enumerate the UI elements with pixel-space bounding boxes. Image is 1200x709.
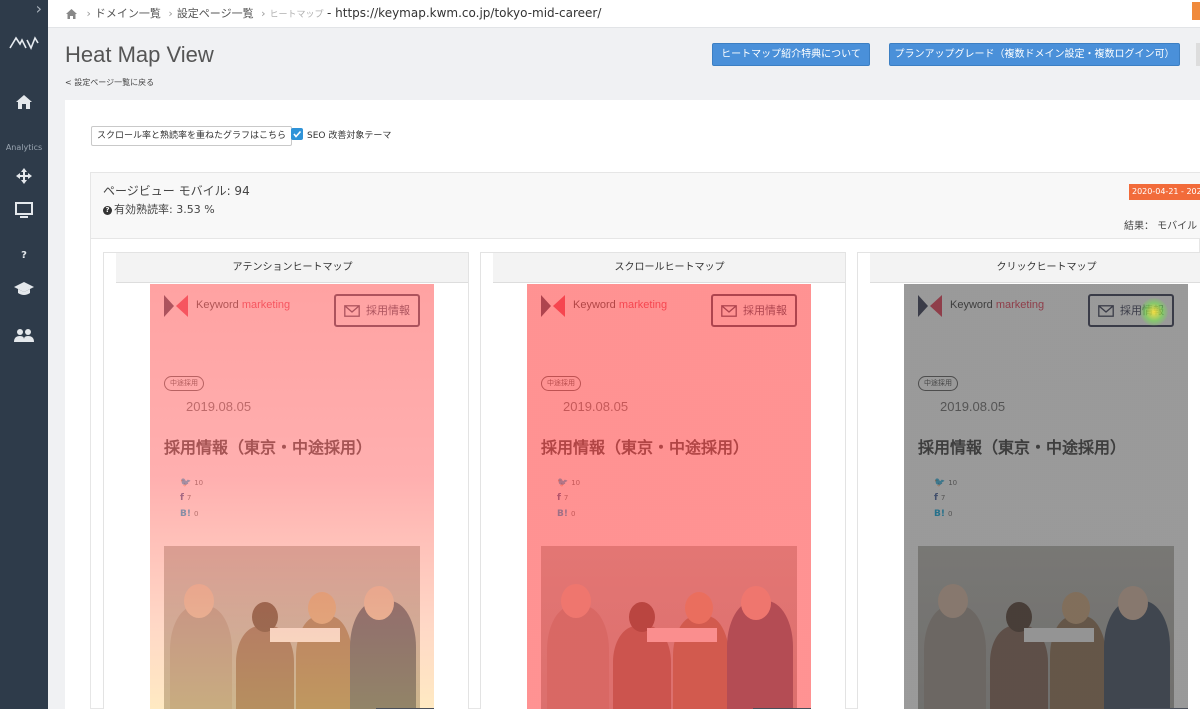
read-rate: ? 有効熟読率: 3.53 % xyxy=(103,201,215,217)
breadcrumb: › ドメイン一覧 › 設定ページ一覧 › ヒートマップ - https://keyma… xyxy=(48,0,1200,28)
heatmap-column-3: クリックヒートマップ Keyword marketing 採用情報 中途採用 2… xyxy=(857,252,1200,709)
page-title: Heat Map View xyxy=(65,42,214,67)
plan-upgrade-button[interactable]: プランアップグレード（複数ドメイン設定・複数ログイン可） xyxy=(889,43,1180,66)
breadcrumb-url: - https://keymap.kwm.co.jp/tokyo-mid-car… xyxy=(327,6,602,20)
seo-theme-label: SEO 改善対象テーマ xyxy=(307,131,392,141)
question-icon[interactable]: ? xyxy=(103,206,112,215)
heatmap-overlay xyxy=(527,284,811,709)
monitor-icon[interactable] xyxy=(0,201,48,219)
header-edge-button[interactable] xyxy=(1196,43,1200,66)
sidebar-analytics-label: Analytics xyxy=(5,143,43,152)
page-preview[interactable]: Keyword marketing 採用情報 中途採用 2019.08.05 採… xyxy=(150,284,434,709)
date-range-badge[interactable]: 2020-04-21 - 202 xyxy=(1129,184,1200,200)
top-right-indicator[interactable] xyxy=(1192,2,1200,20)
breadcrumb-home-icon[interactable] xyxy=(66,9,77,19)
heatmap-column-1: アテンションヒートマップ Keyword marketing 採用情報 中途採用… xyxy=(103,252,469,709)
heatmap-title: アテンションヒートマップ xyxy=(116,253,468,283)
heatmap-title: クリックヒートマップ xyxy=(870,253,1200,283)
graduation-cap-icon[interactable] xyxy=(0,281,48,297)
back-to-settings-link[interactable]: < 設定ページ一覧に戻る xyxy=(65,77,154,88)
click-hotspot xyxy=(1140,298,1168,326)
breadcrumb-current: ヒートマップ xyxy=(269,10,324,20)
page-preview[interactable]: Keyword marketing 採用情報 中途採用 2019.08.05 採… xyxy=(527,284,811,709)
stats-box: ページビュー モバイル: 94 ? 有効熟読率: 3.53 % 2020-04-2… xyxy=(90,172,1200,709)
move-icon[interactable] xyxy=(0,167,48,185)
heatmap-overlay xyxy=(150,284,434,709)
heatmap-title: スクロールヒートマップ xyxy=(493,253,845,283)
users-icon[interactable] xyxy=(0,327,48,343)
pageview-mobile: ページビュー モバイル: 94 xyxy=(103,184,250,198)
heatmap-column-2: スクロールヒートマップ Keyword marketing 採用情報 中途採用 … xyxy=(480,252,846,709)
heatmap-intro-button[interactable]: ヒートマップ紹介特典について xyxy=(712,43,870,66)
sidebar-toggle-icon[interactable]: › xyxy=(0,0,48,20)
seo-checkbox[interactable] xyxy=(291,128,303,140)
sidebar: › Analytics ? xyxy=(0,0,48,709)
app-logo[interactable] xyxy=(8,34,40,50)
stats-header: ページビュー モバイル: 94 ? 有効熟読率: 3.53 % 2020-04-2… xyxy=(91,173,1200,239)
read-rate-value: 有効熟読率: 3.53 % xyxy=(114,203,215,216)
result-label: 結果： モバイル xyxy=(1124,221,1198,232)
help-icon[interactable]: ? xyxy=(0,250,48,261)
scroll-read-graph-button[interactable]: スクロール率と熟読率を重ねたグラフはこちら xyxy=(91,126,293,146)
page-preview[interactable]: Keyword marketing 採用情報 中途採用 2019.08.05 採… xyxy=(904,284,1188,709)
heatmap-overlay xyxy=(904,284,1188,709)
breadcrumb-settings-pages[interactable]: 設定ページ一覧 xyxy=(177,7,254,20)
breadcrumb-domain-list[interactable]: ドメイン一覧 xyxy=(95,7,161,20)
home-icon[interactable] xyxy=(0,94,48,110)
main-panel: スクロール率と熟読率を重ねたグラフはこちら SEO 改善対象テーマ ページビュー… xyxy=(65,100,1200,709)
